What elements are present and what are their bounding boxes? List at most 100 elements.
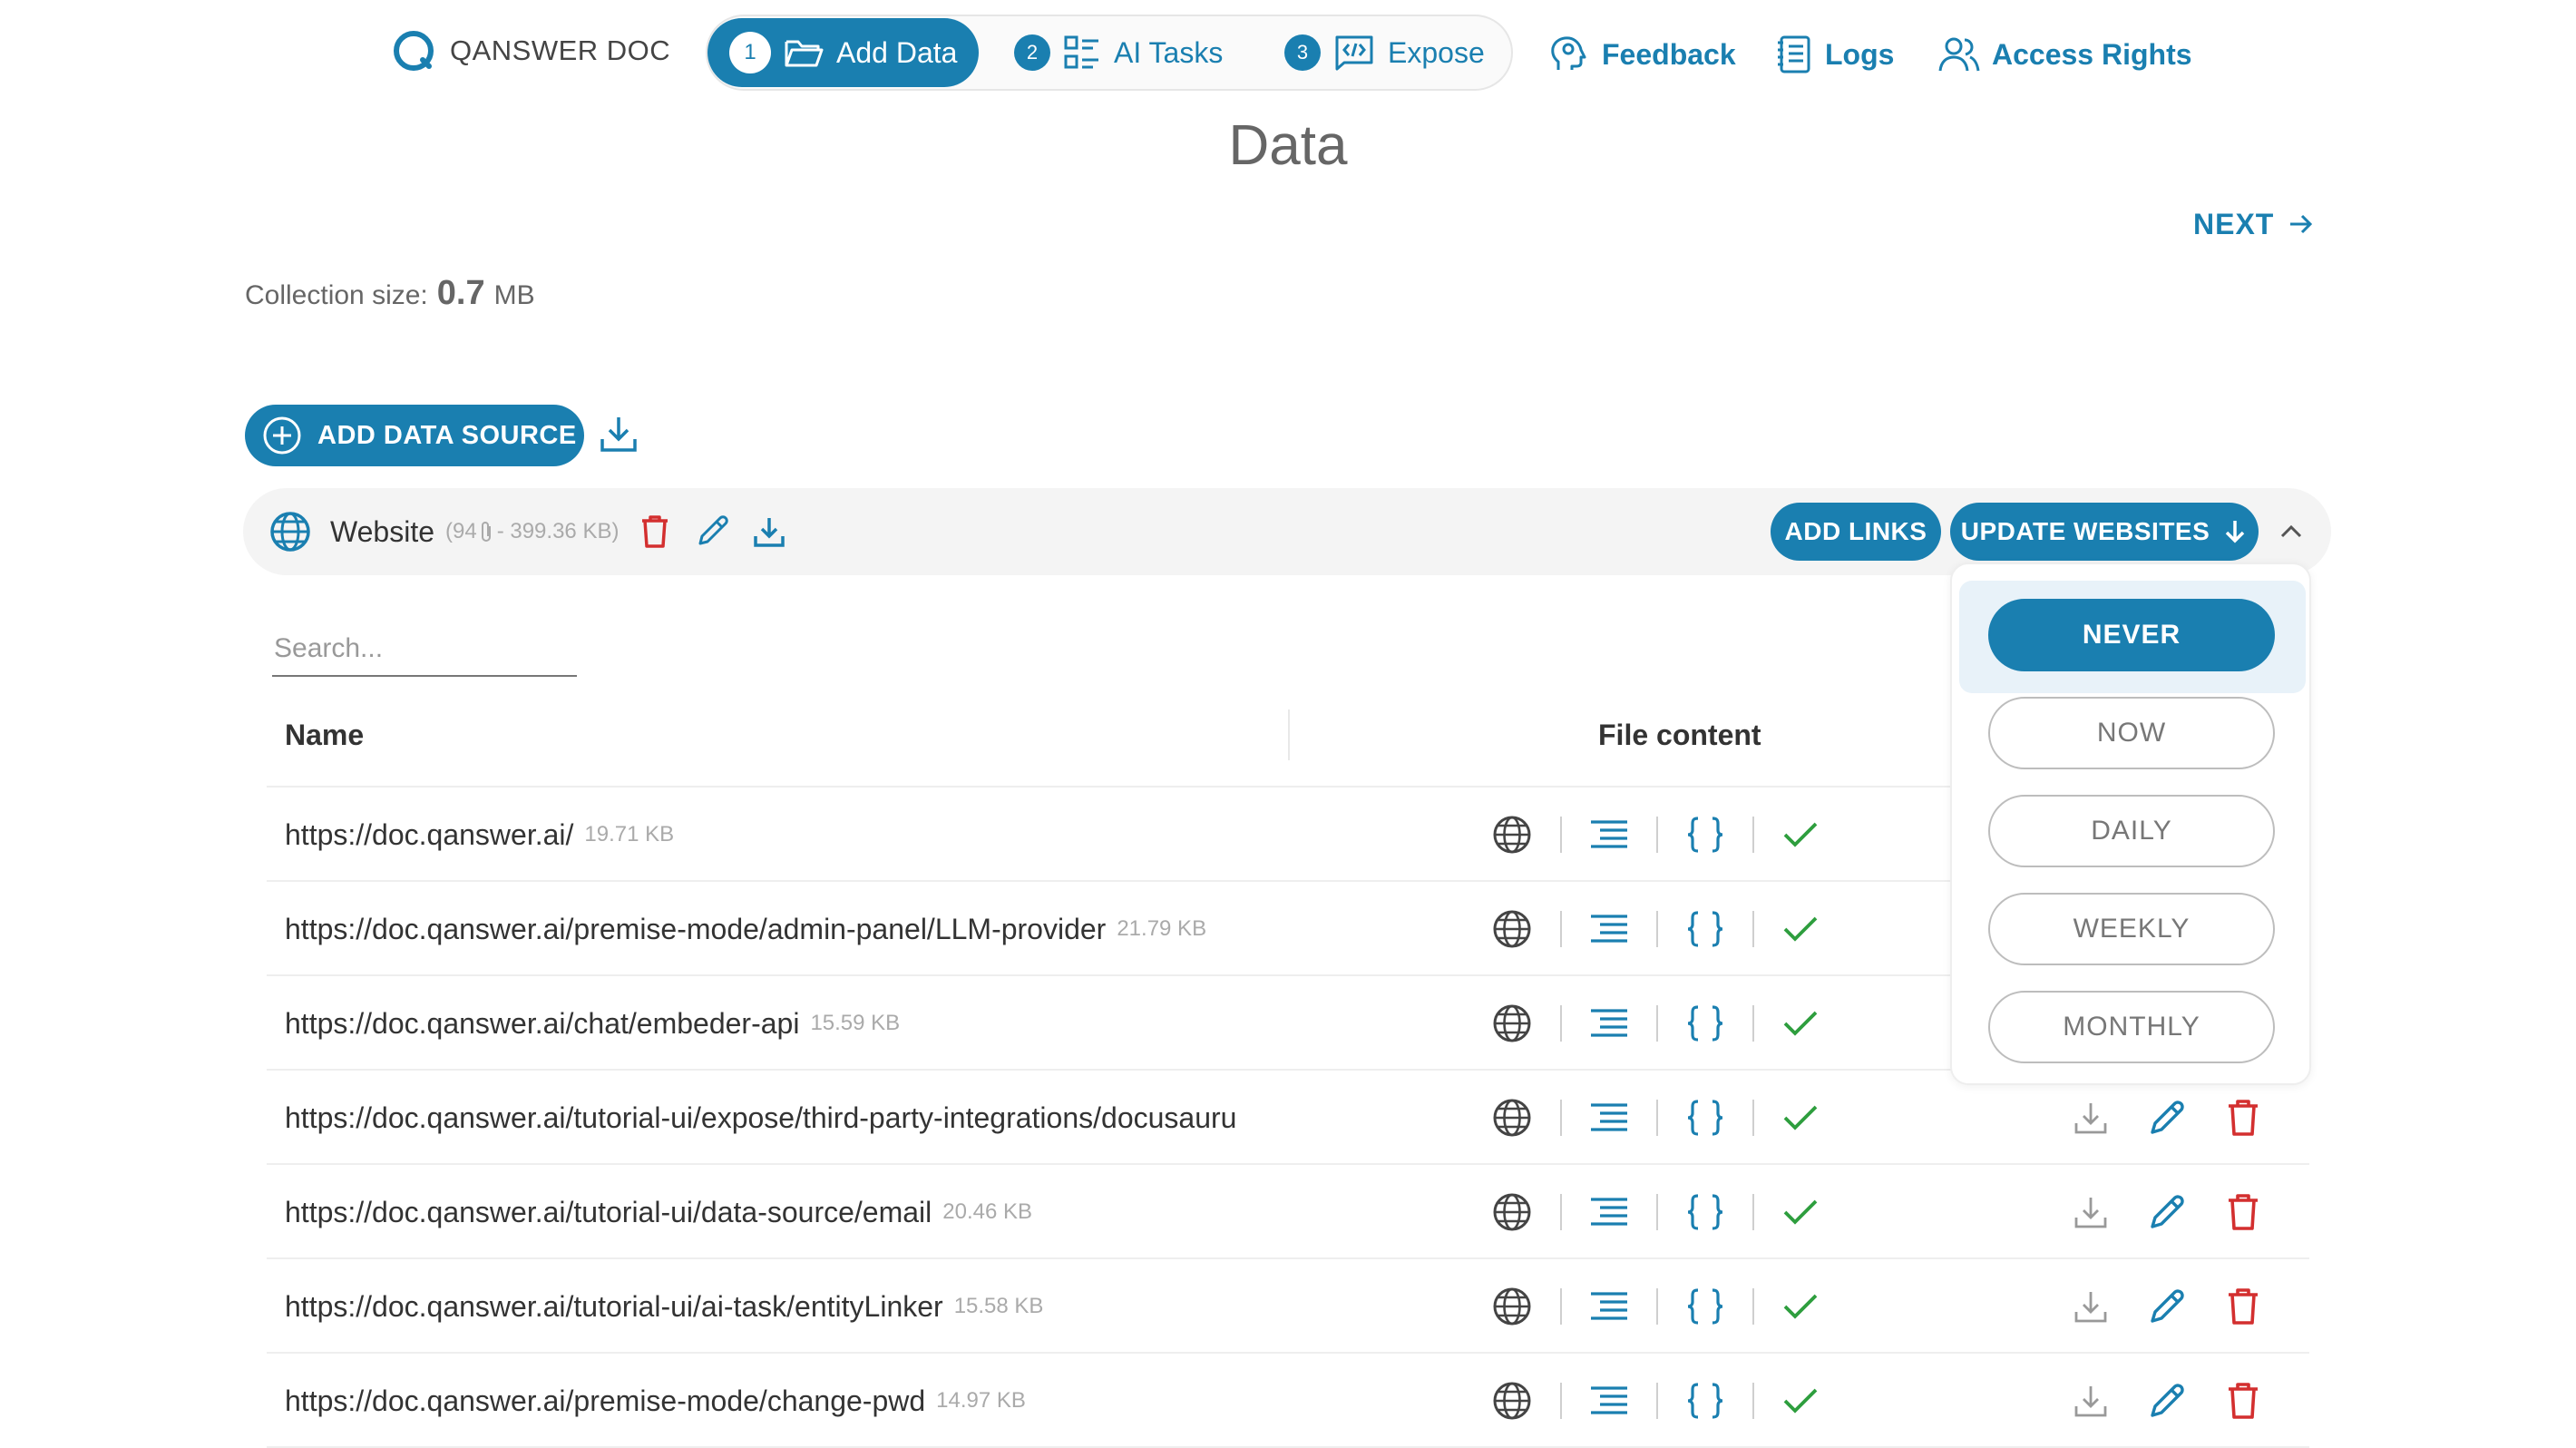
add-links-button[interactable]: ADD LINKS: [1771, 503, 1941, 561]
open-website-icon[interactable]: [1491, 1380, 1533, 1422]
edit-icon[interactable]: [2146, 1191, 2188, 1233]
view-json-icon[interactable]: [1685, 1192, 1725, 1232]
view-json-icon[interactable]: [1685, 1287, 1725, 1326]
open-website-icon[interactable]: [1491, 1003, 1533, 1044]
delete-icon[interactable]: [2224, 1380, 2262, 1422]
view-json-icon[interactable]: [1685, 815, 1725, 855]
add-data-source-button[interactable]: ADD DATA SOURCE: [245, 405, 584, 466]
row-file-content: [1491, 788, 1820, 882]
step-number: 3: [1284, 34, 1321, 71]
separator: [1656, 1383, 1658, 1419]
view-text-icon[interactable]: [1589, 1005, 1629, 1042]
view-text-icon[interactable]: [1589, 1194, 1629, 1230]
separator: [1656, 911, 1658, 947]
view-json-icon[interactable]: [1685, 1381, 1725, 1421]
row-file-content: [1491, 1165, 1820, 1259]
trash-icon: [642, 515, 668, 548]
download-icon[interactable]: [2072, 1287, 2110, 1326]
row-url[interactable]: https://doc.qanswer.ai/: [285, 818, 573, 852]
row-url[interactable]: https://doc.qanswer.ai/tutorial-ui/data-…: [285, 1196, 932, 1229]
update-websites-button[interactable]: UPDATE WEBSITES: [1950, 503, 2259, 561]
edit-icon[interactable]: [2146, 1097, 2188, 1139]
next-button[interactable]: NEXT: [2193, 201, 2316, 247]
source-title: Website: [330, 514, 435, 548]
table-row[interactable]: https://doc.qanswer.ai/premise-mode/chan…: [267, 1354, 2309, 1448]
row-url-cell: https://doc.qanswer.ai/tutorial-ui/ai-ta…: [285, 1259, 1043, 1354]
option-never[interactable]: NEVER: [1988, 599, 2275, 671]
nav-logs-label: Logs: [1825, 37, 1895, 71]
qanswer-logo-icon: [392, 29, 435, 73]
view-text-icon[interactable]: [1589, 1383, 1629, 1419]
table-row[interactable]: https://doc.qanswer.ai/tutorial-ui/ai-ta…: [267, 1259, 2309, 1354]
separator: [1752, 911, 1754, 947]
nav-feedback[interactable]: Feedback: [1549, 25, 1736, 83]
source-total-size: - 399.36 KB): [496, 519, 620, 543]
open-website-icon[interactable]: [1491, 1191, 1533, 1233]
row-url-cell: https://doc.qanswer.ai/chat/embeder-api 1…: [285, 976, 900, 1071]
arrow-right-icon: [2287, 210, 2316, 239]
view-text-icon[interactable]: [1589, 911, 1629, 947]
row-file-content: [1491, 1071, 1820, 1165]
indexed-check-icon: [1781, 1102, 1820, 1133]
view-json-icon[interactable]: [1685, 1003, 1725, 1043]
view-json-icon[interactable]: [1685, 909, 1725, 949]
row-url-cell: https://doc.qanswer.ai/19.71 KB: [285, 788, 674, 882]
step-add-data[interactable]: 1 Add Data: [707, 18, 980, 87]
nav-logs[interactable]: Logs: [1776, 25, 1894, 83]
view-text-icon[interactable]: [1589, 1288, 1629, 1325]
option-now[interactable]: NOW: [1988, 697, 2275, 769]
download-icon[interactable]: [2072, 1099, 2110, 1137]
download-icon: [754, 518, 785, 547]
column-header-name[interactable]: Name: [285, 708, 364, 762]
step-ai-tasks[interactable]: 2 AI Tasks: [1014, 18, 1223, 87]
row-url-cell: https://doc.qanswer.ai/tutorial-ui/expos…: [285, 1071, 1247, 1165]
option-daily[interactable]: DAILY: [1988, 795, 2275, 867]
row-url[interactable]: https://doc.qanswer.ai/chat/embeder-api: [285, 1007, 799, 1041]
option-weekly[interactable]: WEEKLY: [1988, 893, 2275, 965]
view-json-icon[interactable]: [1685, 1098, 1725, 1138]
open-website-icon[interactable]: [1491, 908, 1533, 950]
view-text-icon[interactable]: [1589, 1100, 1629, 1136]
separator: [1752, 817, 1754, 853]
row-file-content: [1491, 1259, 1820, 1354]
nav-access-rights[interactable]: Access Rights: [1937, 25, 2192, 83]
separator: [1752, 1005, 1754, 1042]
website-source-title-group: Website (94 - 399.36 KB): [268, 504, 787, 559]
row-url-cell: https://doc.qanswer.ai/premise-mode/admi…: [285, 882, 1206, 976]
row-url[interactable]: https://doc.qanswer.ai/tutorial-ui/expos…: [285, 1101, 1236, 1135]
download-icon[interactable]: [2072, 1193, 2110, 1231]
table-row[interactable]: https://doc.qanswer.ai/tutorial-ui/data-…: [267, 1165, 2309, 1259]
separator: [1752, 1100, 1754, 1136]
nav-feedback-label: Feedback: [1602, 37, 1736, 71]
delete-icon[interactable]: [2224, 1191, 2262, 1233]
brand[interactable]: QANSWER DOC: [392, 25, 670, 76]
collapse-panel-button[interactable]: [2277, 517, 2306, 546]
row-url[interactable]: https://doc.qanswer.ai/premise-mode/admi…: [285, 913, 1106, 946]
view-text-icon[interactable]: [1589, 817, 1629, 853]
row-url[interactable]: https://doc.qanswer.ai/premise-mode/chan…: [285, 1384, 925, 1418]
open-website-icon[interactable]: [1491, 1097, 1533, 1139]
logs-icon: [1776, 34, 1814, 75]
option-monthly[interactable]: MONTHLY: [1988, 991, 2275, 1063]
download-icon[interactable]: [2072, 1382, 2110, 1420]
download-all-button[interactable]: [597, 412, 640, 455]
row-size: 14.97 KB: [936, 1388, 1026, 1413]
step-expose[interactable]: 3 Expose: [1284, 18, 1485, 87]
edit-source-button[interactable]: [693, 513, 731, 551]
open-website-icon[interactable]: [1491, 1286, 1533, 1327]
download-source-button[interactable]: [751, 514, 787, 550]
column-header-file-content[interactable]: File content: [1598, 708, 1761, 762]
delete-source-button[interactable]: [637, 513, 673, 551]
step-label: Expose: [1388, 35, 1485, 69]
nav-access-rights-label: Access Rights: [1992, 37, 2192, 71]
separator: [1656, 817, 1658, 853]
row-url[interactable]: https://doc.qanswer.ai/tutorial-ui/ai-ta…: [285, 1290, 943, 1324]
edit-icon[interactable]: [2146, 1380, 2188, 1422]
delete-icon[interactable]: [2224, 1286, 2262, 1327]
indexed-check-icon: [1781, 819, 1820, 850]
row-file-content: [1491, 882, 1820, 976]
open-website-icon[interactable]: [1491, 814, 1533, 856]
edit-icon[interactable]: [2146, 1286, 2188, 1327]
delete-icon[interactable]: [2224, 1097, 2262, 1139]
search-input[interactable]: [272, 622, 577, 677]
